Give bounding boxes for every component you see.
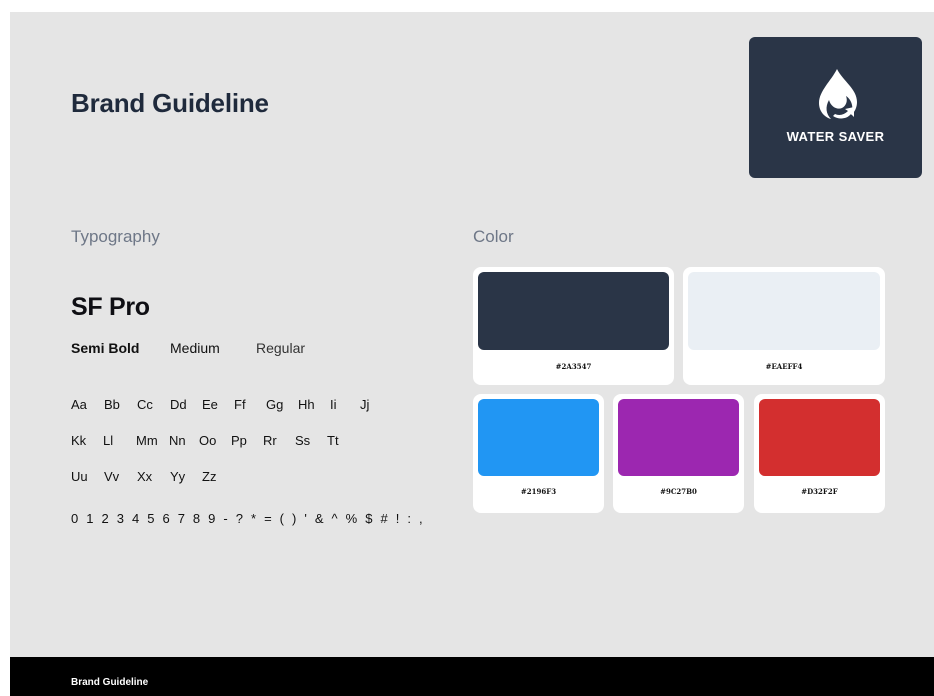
glyph-pair: Vv xyxy=(104,469,120,484)
swatch-fill xyxy=(688,272,880,350)
font-family-name: SF Pro xyxy=(71,293,150,321)
typography-heading: Typography xyxy=(71,227,160,246)
weight-semibold: Semi Bold xyxy=(71,340,140,356)
color-swatch: #2A3547 xyxy=(473,267,674,385)
swatch-code: #EAEFF4 xyxy=(765,362,803,371)
glyph-pair: Dd xyxy=(170,397,187,412)
glyph-pair: Gg xyxy=(266,397,284,412)
glyph-pair: Jj xyxy=(360,397,370,412)
footer-bar: Brand Guideline xyxy=(10,657,934,696)
page-title: Brand Guideline xyxy=(71,88,269,118)
glyph-pair: Ee xyxy=(202,397,218,412)
glyph-pair: Zz xyxy=(202,469,217,484)
swatch-code: #9C27B0 xyxy=(660,487,697,496)
color-heading: Color xyxy=(473,227,514,246)
glyph-pair: Yy xyxy=(170,469,186,484)
swatch-code: #2196F3 xyxy=(520,487,557,496)
glyph-pair: Pp xyxy=(231,433,247,448)
glyph-pair: Aa xyxy=(71,397,87,412)
color-swatch: #D32F2F xyxy=(754,394,885,513)
color-swatch: #2196F3 xyxy=(473,394,604,513)
glyph-pair: Nn xyxy=(169,433,186,448)
glyph-pair: Hh xyxy=(298,397,315,412)
swatch-code: #2A3547 xyxy=(555,362,592,371)
color-swatch: #EAEFF4 xyxy=(683,267,885,385)
glyph-pair: Cc xyxy=(137,397,153,412)
swatch-fill xyxy=(478,272,669,350)
water-drop-icon xyxy=(818,69,857,119)
glyph-row: Uu Vv Xx Yy Zz xyxy=(71,469,224,484)
glyph-pair: Rr xyxy=(263,433,277,448)
glyph-pair: Ss xyxy=(295,433,311,448)
glyph-pair: Mm xyxy=(136,433,158,448)
swatch-fill xyxy=(478,399,599,476)
font-weights: Semi Bold Medium Regular xyxy=(71,340,305,356)
footer-title: Brand Guideline xyxy=(71,677,149,688)
glyph-pair: Oo xyxy=(199,433,217,448)
glyph-pair: Tt xyxy=(327,433,339,448)
weight-medium: Medium xyxy=(170,340,220,356)
logo-card: WATER SAVER xyxy=(749,37,922,178)
glyph-pair: Bb xyxy=(104,397,120,412)
swatch-fill xyxy=(618,399,739,476)
color-swatch: #9C27B0 xyxy=(613,394,744,513)
glyph-pair: Ii xyxy=(330,397,337,412)
glyph-row: Kk Ll Mm Nn Oo Pp Rr Ss Tt xyxy=(71,433,349,448)
glyph-pair: Ll xyxy=(103,433,114,448)
glyph-pair: Uu xyxy=(71,469,88,484)
swatch-fill xyxy=(759,399,880,476)
logo-wordmark: WATER SAVER xyxy=(786,129,885,144)
guideline-canvas: Brand Guideline WATER SAVER Typography S… xyxy=(10,12,934,657)
glyph-pair: Kk xyxy=(71,433,87,448)
glyph-pair: Xx xyxy=(137,469,153,484)
glyph-pair: Ff xyxy=(234,397,246,412)
weight-regular: Regular xyxy=(256,340,306,356)
numerals-and-symbols: 0 1 2 3 4 5 6 7 8 9 - ? * = ( ) ' & ^ % … xyxy=(71,511,425,526)
glyph-row: Aa Bb Cc Dd Ee Ff Gg Hh Ii Jj xyxy=(71,397,380,412)
swatch-code: #D32F2F xyxy=(801,487,838,496)
